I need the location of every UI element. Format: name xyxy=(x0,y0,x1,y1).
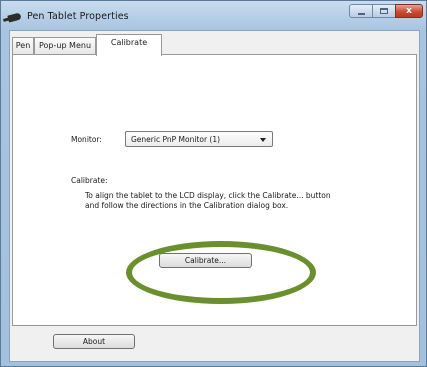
monitor-select-value: Generic PnP Monitor (1) xyxy=(131,135,221,144)
about-button[interactable]: About xyxy=(53,334,135,349)
maximize-button[interactable] xyxy=(372,4,396,18)
tab-pen[interactable]: Pen xyxy=(12,37,34,54)
highlight-ring xyxy=(126,241,316,304)
title-bar[interactable]: Pen Tablet Properties x xyxy=(1,1,426,31)
properties-window: Pen Tablet Properties x Pen Pop-up Menu … xyxy=(0,0,427,367)
calibrate-panel: Monitor: Generic PnP Monitor (1) Calibra… xyxy=(12,54,417,326)
tab-calibrate[interactable]: Calibrate xyxy=(96,34,162,56)
tab-popup-menu[interactable]: Pop-up Menu xyxy=(34,37,96,54)
calibrate-button[interactable]: Calibrate... xyxy=(159,253,252,268)
monitor-label: Monitor: xyxy=(71,135,102,144)
window-title: Pen Tablet Properties xyxy=(27,11,129,22)
dialog-client-area: Pen Pop-up Menu Calibrate Monitor: Gener… xyxy=(9,30,420,362)
monitor-select[interactable]: Generic PnP Monitor (1) xyxy=(125,131,273,147)
minimize-button[interactable] xyxy=(349,4,373,18)
pen-icon xyxy=(7,12,22,23)
close-button[interactable]: x xyxy=(395,4,423,18)
chevron-down-icon xyxy=(260,138,266,142)
calibrate-section-label: Calibrate: xyxy=(71,176,108,185)
calibrate-description: To align the tablet to the LCD display, … xyxy=(85,191,331,210)
